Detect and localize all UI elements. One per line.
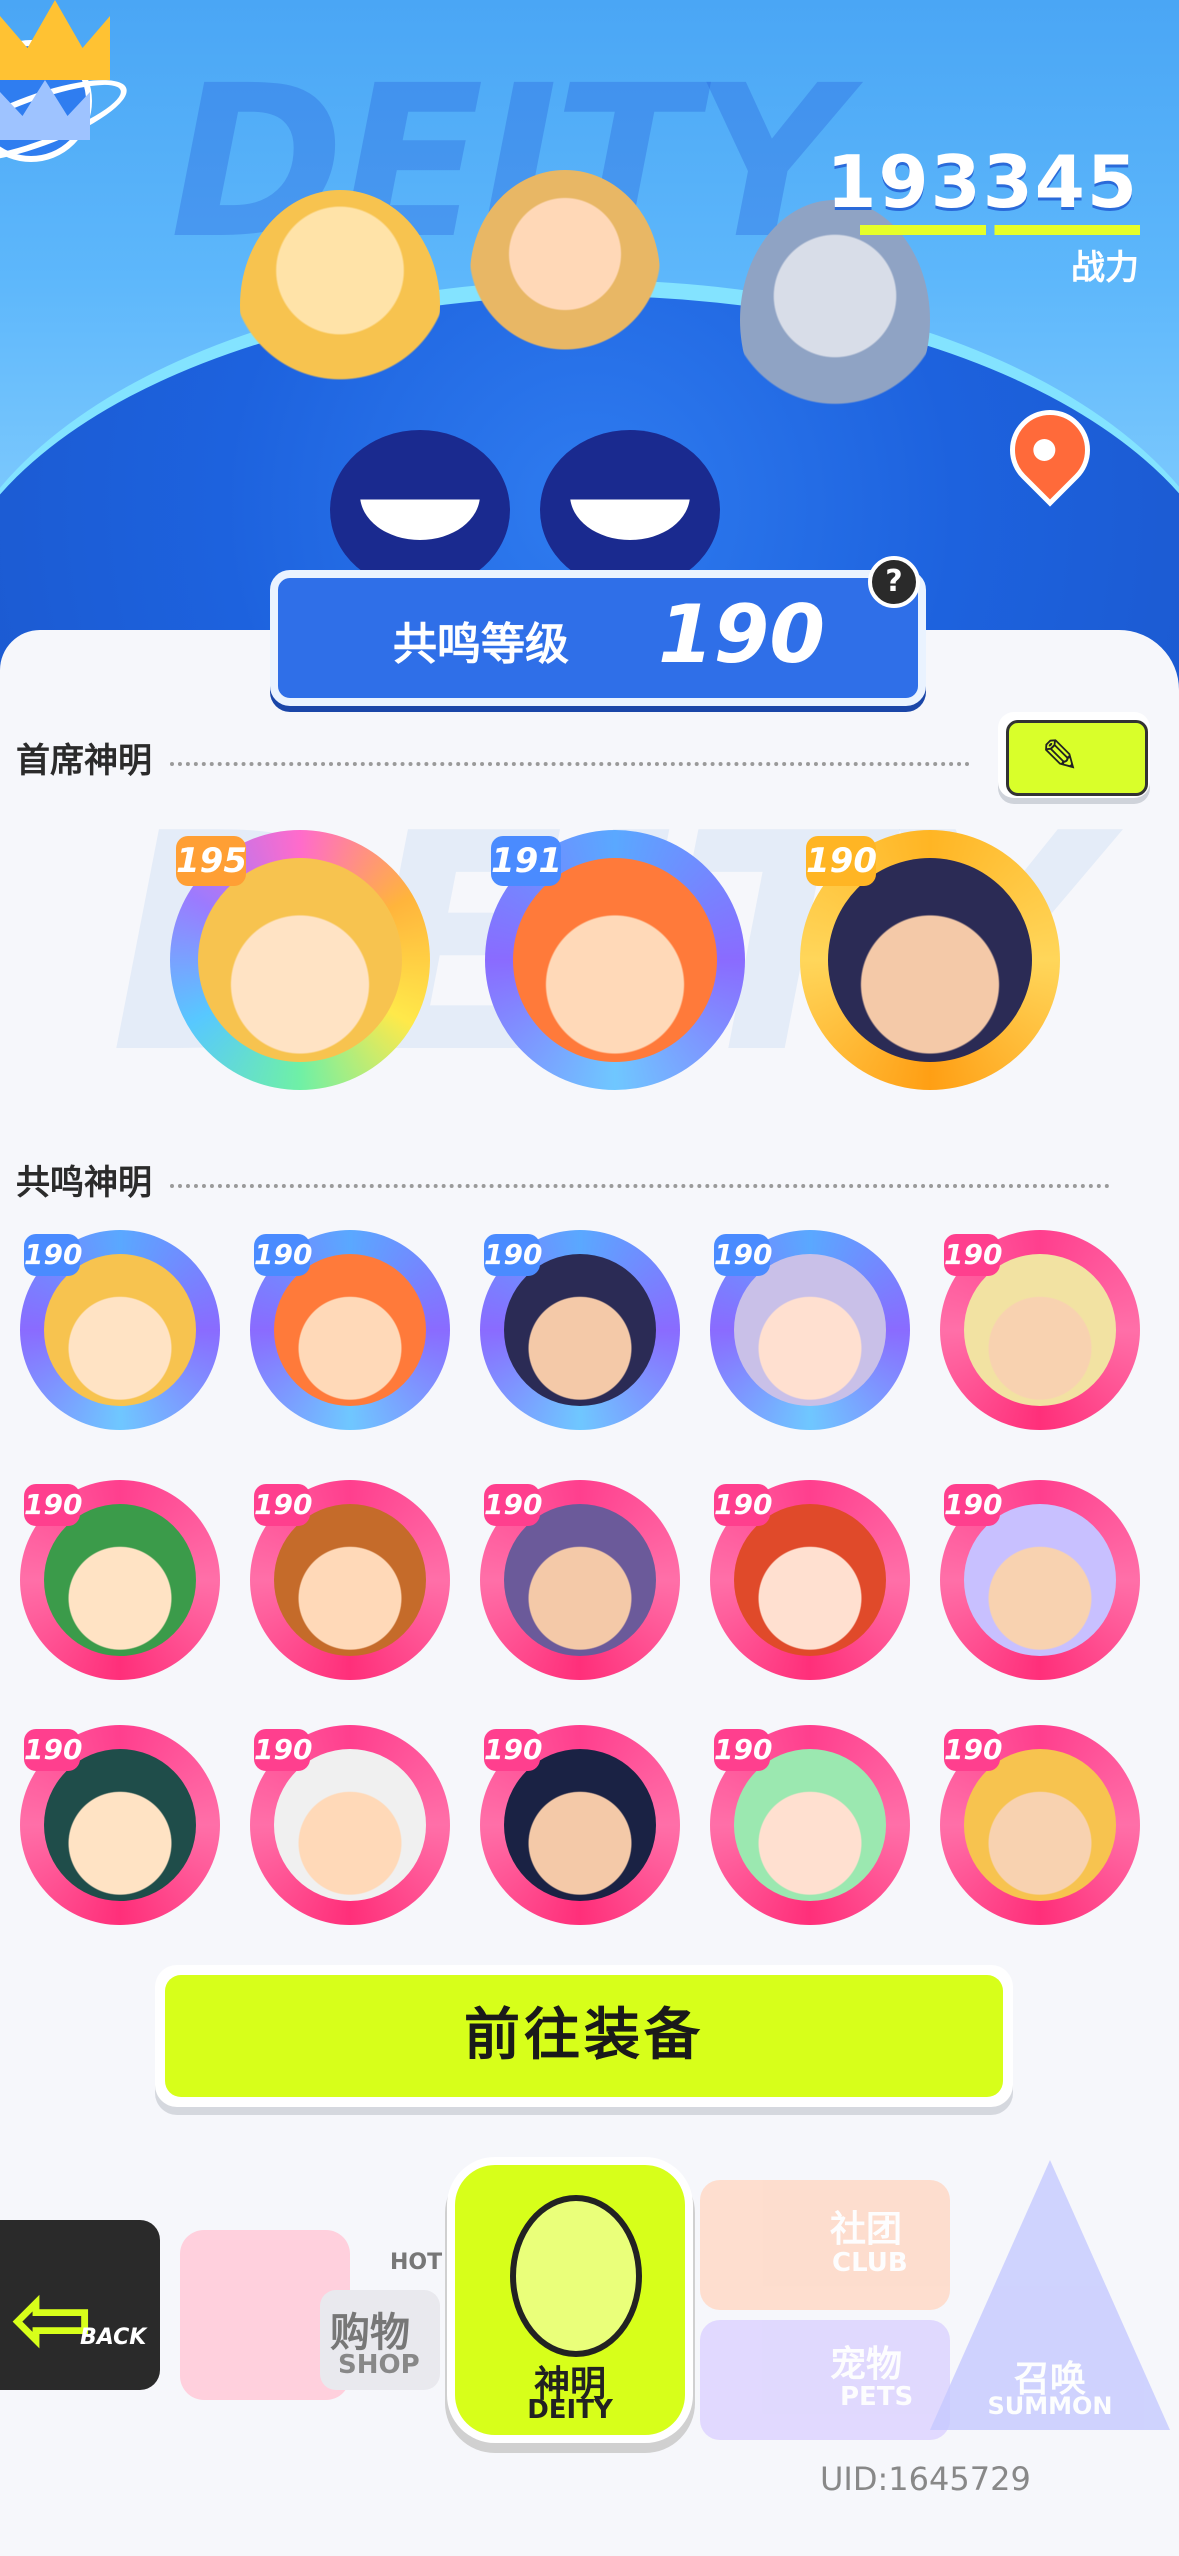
level-badge: 195 <box>176 836 247 886</box>
avatar <box>198 858 402 1062</box>
pets-label-cn: 宠物 <box>830 2344 903 2385</box>
go-equip-button-face: 前往装备 <box>165 1975 1003 2097</box>
power-label: 战力 <box>1071 248 1139 288</box>
level-badge: 190 <box>944 1729 1002 1771</box>
avatar <box>504 1749 656 1901</box>
planet-eye-right <box>540 430 720 590</box>
deity-icon <box>510 2195 642 2357</box>
avatar <box>964 1749 1116 1901</box>
avatar <box>964 1504 1116 1656</box>
chief-deity-sprite-1[interactable] <box>240 190 440 420</box>
level-badge: 190 <box>714 1234 772 1276</box>
planet-eye-left <box>330 430 510 590</box>
go-equip-button[interactable]: 前往装备 <box>155 1965 1013 2107</box>
nav-shop[interactable]: HOT! 购物 SHOP <box>170 2170 452 2410</box>
club-label-cn: 社团 <box>830 2209 903 2250</box>
nav-deity[interactable]: 神明 DEITY <box>455 2165 685 2435</box>
chief-title-divider <box>170 762 970 766</box>
pets-label-en: PETS <box>840 2382 914 2412</box>
level-badge: 190 <box>254 1729 312 1771</box>
resonance-level-box: 共鸣等级 190 <box>270 570 926 706</box>
level-badge: 190 <box>944 1484 1002 1526</box>
avatar <box>504 1504 656 1656</box>
back-button[interactable]: ⇦ BACK <box>0 2220 160 2390</box>
resonance-level-value: 190 <box>658 588 825 681</box>
user-id: UID:1645729 <box>820 2460 1031 2498</box>
avatar <box>44 1504 196 1656</box>
level-badge: 190 <box>24 1234 82 1276</box>
chief-deity-sprite-3[interactable] <box>740 200 930 440</box>
shop-hot-badge: HOT! <box>390 2250 453 2275</box>
back-label: BACK <box>80 2325 147 2350</box>
deity-label-en: DEITY <box>527 2395 613 2425</box>
avatar <box>44 1254 196 1406</box>
level-badge: 191 <box>491 836 562 886</box>
level-badge: 190 <box>254 1234 312 1276</box>
level-badge: 190 <box>484 1484 542 1526</box>
chief-deity-title: 首席神明 <box>16 741 152 781</box>
power-underline <box>860 225 1140 235</box>
help-icon[interactable]: ? <box>868 556 920 608</box>
avatar <box>274 1504 426 1656</box>
chief-deity-sprite-2[interactable] <box>470 170 660 380</box>
resonance-title-divider <box>170 1184 1110 1188</box>
pencil-icon: ✎ <box>1041 729 1080 783</box>
go-equip-label: 前往装备 <box>464 2003 704 2068</box>
avatar <box>504 1254 656 1406</box>
power-value: 193345 <box>826 140 1139 224</box>
level-badge: 190 <box>806 836 877 886</box>
level-badge: 190 <box>484 1234 542 1276</box>
level-badge: 190 <box>254 1484 312 1526</box>
level-badge: 190 <box>714 1729 772 1771</box>
avatar <box>734 1749 886 1901</box>
avatar <box>964 1254 1116 1406</box>
nav-pets[interactable]: 宠物 PETS <box>700 2320 950 2440</box>
avatar <box>44 1749 196 1901</box>
level-badge: 190 <box>714 1484 772 1526</box>
avatar <box>513 858 717 1062</box>
level-badge: 190 <box>24 1484 82 1526</box>
level-badge: 190 <box>24 1729 82 1771</box>
shop-label-en: SHOP <box>338 2350 420 2380</box>
avatar <box>828 858 1032 1062</box>
nav-summon[interactable]: 召唤 SUMMON <box>930 2160 1170 2430</box>
resonance-level-label: 共鸣等级 <box>393 619 569 670</box>
avatar <box>274 1749 426 1901</box>
avatar <box>274 1254 426 1406</box>
avatar <box>734 1254 886 1406</box>
summon-label-en: SUMMON <box>987 2392 1113 2420</box>
level-badge: 190 <box>944 1234 1002 1276</box>
resonance-deity-title: 共鸣神明 <box>16 1163 152 1203</box>
club-label-en: CLUB <box>832 2248 908 2278</box>
edit-button-face: ✎ <box>1006 720 1148 796</box>
nav-club[interactable]: 社团 CLUB <box>700 2180 950 2310</box>
level-badge: 190 <box>484 1729 542 1771</box>
edit-button[interactable]: ✎ <box>998 712 1150 798</box>
arrow-left-icon: ⇦ <box>10 2260 94 2377</box>
avatar <box>734 1504 886 1656</box>
